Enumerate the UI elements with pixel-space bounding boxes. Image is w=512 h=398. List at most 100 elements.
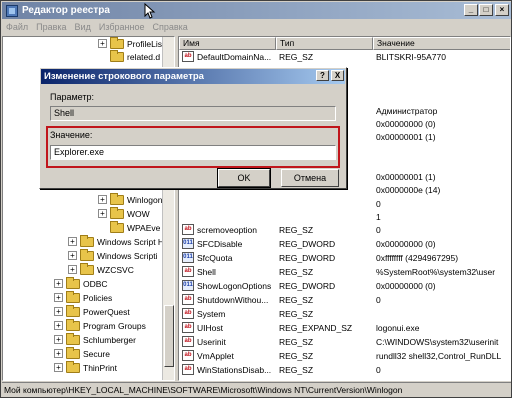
- tree-item[interactable]: WPAEve: [110, 220, 160, 234]
- tree-item[interactable]: + PowerQuest: [54, 304, 130, 318]
- value-name: System: [197, 308, 226, 319]
- expand-icon[interactable]: +: [54, 279, 63, 288]
- menu-file[interactable]: Файл: [2, 22, 32, 32]
- dialog-close-button[interactable]: X: [331, 70, 344, 81]
- maximize-icon[interactable]: □: [479, 4, 493, 16]
- list-row[interactable]: ab VmApplet REG_SZ rundll32 shell32,Control…: [179, 349, 510, 363]
- column-header-type[interactable]: Тип: [276, 37, 373, 50]
- value-data: Администратор: [376, 106, 438, 116]
- minimize-icon[interactable]: _: [464, 4, 478, 16]
- list-row[interactable]: ab DefaultDomainNa... REG_SZ BLITSKRI-95A77…: [179, 50, 510, 64]
- value-name-cell: 011 SfcQuota: [182, 252, 232, 263]
- value-name: SfcQuota: [197, 252, 233, 263]
- value-name-cell: ab WinStationsDisab...: [182, 364, 271, 375]
- string-value-icon: ab: [182, 266, 194, 277]
- tree-item[interactable]: + Schlumberger: [54, 332, 136, 346]
- value-name-cell: ab scremoveoption: [182, 224, 257, 235]
- tree-item[interactable]: + WZCSVC: [68, 262, 134, 276]
- string-value-icon: ab: [182, 294, 194, 305]
- value-name: DefaultDomainNa...: [197, 51, 272, 62]
- value-name-cell: ab DefaultDomainNa...: [182, 51, 271, 62]
- list-row[interactable]: ab System REG_SZ: [179, 307, 510, 321]
- expand-icon[interactable]: +: [68, 265, 77, 274]
- close-icon[interactable]: ×: [495, 4, 509, 16]
- tree-item[interactable]: + Windows Script H: [68, 234, 164, 248]
- string-value-icon: ab: [182, 322, 194, 333]
- menu-favorites[interactable]: Избранное: [95, 22, 149, 32]
- title-bar[interactable]: Редактор реестра _ □ ×: [2, 2, 511, 19]
- expand-icon[interactable]: +: [68, 237, 77, 246]
- list-row[interactable]: 1: [179, 210, 510, 224]
- folder-icon: [110, 206, 124, 219]
- cancel-button[interactable]: Отмена: [281, 169, 339, 187]
- tree-item[interactable]: + Program Groups: [54, 318, 146, 332]
- tree-item[interactable]: related.d: [110, 49, 160, 63]
- folder-icon: [66, 304, 80, 317]
- expand-icon[interactable]: +: [98, 195, 107, 204]
- ok-button[interactable]: OK: [217, 168, 271, 188]
- list-row[interactable]: ab scremoveoption REG_SZ 0: [179, 223, 510, 237]
- value-data: 0: [376, 295, 381, 305]
- mouse-pointer-icon: [144, 3, 156, 19]
- expand-icon[interactable]: +: [54, 363, 63, 372]
- value-type: REG_SZ: [279, 267, 314, 277]
- string-value-icon: ab: [182, 364, 194, 375]
- column-header-name[interactable]: Имя: [179, 37, 276, 50]
- menu-view[interactable]: Вид: [71, 22, 95, 32]
- list-row[interactable]: ab Shell REG_SZ %SystemRoot%\system32\user: [179, 265, 510, 279]
- value-name: ShutdownWithou...: [197, 294, 269, 305]
- value-data: 0x00000000 (0): [376, 119, 436, 129]
- column-header-value[interactable]: Значение: [373, 37, 510, 50]
- list-row[interactable]: ab ShutdownWithou... REG_SZ 0: [179, 293, 510, 307]
- value-type: REG_DWORD: [279, 253, 336, 263]
- tree-item[interactable]: + Windows Scripti: [68, 248, 157, 262]
- tree-item[interactable]: + ODBC: [54, 276, 108, 290]
- tree-item[interactable]: + WOW: [98, 206, 150, 220]
- value-type: REG_SZ: [279, 225, 314, 235]
- tree-item-label: Winlogon: [127, 194, 163, 205]
- value-name-cell: 011 SFCDisable: [182, 238, 242, 249]
- value-type: REG_EXPAND_SZ: [279, 323, 353, 333]
- list-row[interactable]: ab WinStationsDisab... REG_SZ 0: [179, 363, 510, 377]
- tree-item-label: WZCSVC: [97, 264, 134, 275]
- expand-icon[interactable]: +: [54, 321, 63, 330]
- expand-icon[interactable]: +: [98, 209, 107, 218]
- list-row[interactable]: ab Userinit REG_SZ C:\WINDOWS\system32\user…: [179, 335, 510, 349]
- expand-icon[interactable]: +: [54, 293, 63, 302]
- list-row[interactable]: ab UIHost REG_EXPAND_SZ logonui.exe: [179, 321, 510, 335]
- tree-item-label: ODBC: [83, 278, 108, 289]
- expand-icon[interactable]: +: [54, 307, 63, 316]
- tree-item[interactable]: + Winlogon: [98, 192, 163, 206]
- list-row[interactable]: 011 SFCDisable REG_DWORD 0x00000000 (0): [179, 237, 510, 251]
- tree-item-label: ThinPrint: [83, 362, 118, 373]
- registry-editor-window: Редактор реестра _ □ × Файл Правка Вид И…: [0, 0, 512, 398]
- expand-icon[interactable]: +: [54, 349, 63, 358]
- dword-value-icon: 011: [182, 238, 194, 249]
- tree-item[interactable]: + ThinPrint: [54, 360, 118, 374]
- value-name: scremoveoption: [197, 224, 258, 235]
- expand-icon[interactable]: +: [68, 251, 77, 260]
- menu-edit[interactable]: Правка: [32, 22, 70, 32]
- expand-icon[interactable]: +: [98, 39, 107, 48]
- folder-icon: [110, 220, 124, 233]
- value-data: logonui.exe: [376, 323, 420, 333]
- string-value-icon: ab: [182, 224, 194, 235]
- folder-icon: [110, 49, 124, 62]
- value-data: 0xffffffff (4294967295): [376, 253, 459, 263]
- value-data-input[interactable]: Explorer.exe: [50, 145, 336, 160]
- tree-item-label: Secure: [83, 348, 110, 359]
- dialog-title[interactable]: Изменение строкового параметра: [41, 69, 345, 84]
- menu-bar: Файл Правка Вид Избранное Справка: [2, 19, 511, 35]
- expand-icon[interactable]: +: [54, 335, 63, 344]
- list-row[interactable]: 011 SfcQuota REG_DWORD 0xffffffff (42949672…: [179, 251, 510, 265]
- list-row[interactable]: 0: [179, 197, 510, 211]
- tree-item[interactable]: + Policies: [54, 290, 112, 304]
- list-row[interactable]: 011 ShowLogonOptions REG_DWORD 0x00000000 (…: [179, 279, 510, 293]
- help-button[interactable]: ?: [316, 70, 329, 81]
- edit-string-dialog: Изменение строкового параметра ? X Парам…: [39, 67, 347, 189]
- menu-help[interactable]: Справка: [148, 22, 191, 32]
- tree-item[interactable]: + ProfileLis: [98, 37, 162, 50]
- value-type: REG_SZ: [279, 337, 314, 347]
- tree-item[interactable]: + Secure: [54, 346, 110, 360]
- tree-scroll-thumb[interactable]: [164, 305, 174, 367]
